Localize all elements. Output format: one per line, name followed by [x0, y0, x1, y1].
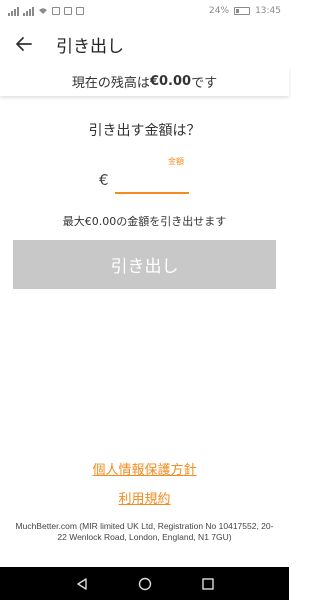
balance-banner: 現在の残高は €0.00 です — [0, 66, 289, 96]
withdraw-button[interactable]: 引き出し — [13, 240, 276, 289]
page-title: 引き出し — [56, 36, 124, 57]
battery-icon — [234, 7, 251, 15]
amount-question: 引き出す金額は？ — [88, 123, 201, 139]
nav-back-button[interactable] — [72, 574, 92, 594]
currency-symbol: € — [99, 171, 109, 189]
nav-home-button[interactable] — [135, 574, 155, 594]
notification-icon — [52, 7, 60, 15]
balance-label: 現在の残高は — [71, 75, 150, 91]
app-bar: 引き出し — [0, 22, 289, 66]
triangle-back-icon — [76, 577, 87, 590]
status-icons-left — [8, 6, 84, 16]
terms-of-use-link[interactable]: 利用規約 — [0, 488, 289, 507]
status-bar: 24% 13:45 — [0, 0, 289, 22]
signal-icon-2 — [23, 6, 34, 16]
wifi-icon — [39, 8, 47, 14]
circle-home-icon — [138, 577, 151, 590]
message-icon — [64, 7, 72, 15]
nav-recents-button[interactable] — [198, 574, 218, 594]
status-icons-right: 24% 13:45 — [209, 6, 281, 16]
balance-amount: €0.00 — [149, 73, 192, 89]
privacy-policy-link[interactable]: 個人情報保護方針 — [0, 459, 289, 478]
square-recents-icon — [201, 577, 214, 590]
system-nav-bar — [0, 567, 289, 600]
back-button[interactable] — [12, 32, 36, 56]
clock: 13:45 — [255, 6, 281, 16]
legal-footer: MuchBetter.com (MIR limited UK Ltd, Regi… — [15, 521, 274, 542]
balance-suffix: です — [191, 75, 218, 91]
arrow-left-icon — [16, 37, 32, 51]
signal-icon — [8, 6, 19, 16]
battery-percent: 24% — [209, 6, 230, 16]
max-amount-note: 最大€0.00の金額を引き出せます — [62, 215, 227, 228]
amount-input[interactable] — [115, 170, 189, 194]
amount-field-label: 金額 — [168, 157, 184, 166]
storage-icon — [76, 7, 84, 15]
